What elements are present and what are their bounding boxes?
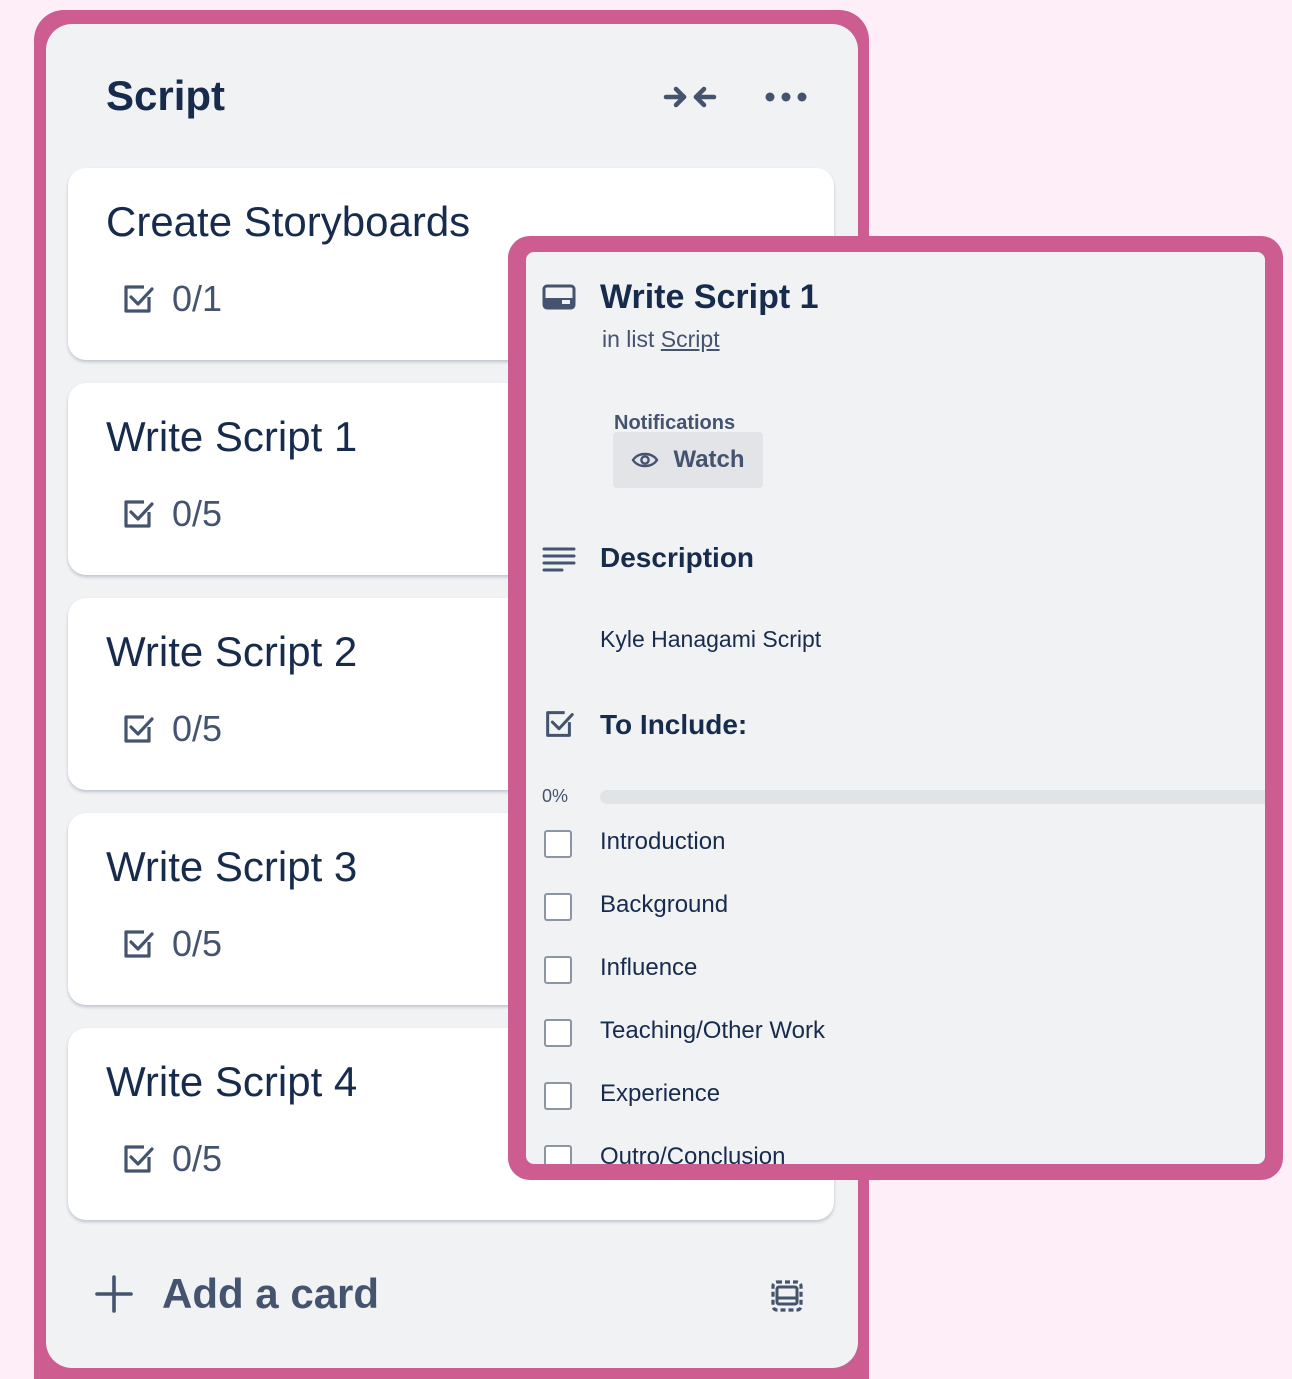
checklist-icon (546, 711, 574, 737)
add-card-label: Add a card (162, 1270, 380, 1317)
checklist-item-label: Outro/Conclusion (600, 1143, 786, 1164)
checklist-checkbox[interactable] (544, 893, 572, 921)
description-heading: Description (600, 542, 755, 573)
card-detail-list-info: in list Script (602, 326, 720, 353)
checklist-item[interactable]: Background (526, 881, 1265, 937)
list-link[interactable]: Script (661, 326, 720, 352)
checklist-badge: 0/1 (120, 278, 222, 320)
checklist-checkbox[interactable] (544, 956, 572, 984)
checklist-checkbox[interactable] (544, 1019, 572, 1047)
checklist-badge: 0/5 (120, 493, 222, 535)
card-detail-modal: Write Script 1 in list Script Notificati… (526, 252, 1265, 1164)
card-title: Write Script 3 (106, 843, 358, 890)
checklist-item[interactable]: Introduction (526, 818, 1265, 874)
checklist-checkbox[interactable] (544, 830, 572, 858)
card-template-icon (771, 1280, 803, 1312)
create-from-template-button[interactable] (760, 1272, 814, 1320)
list-menu-button[interactable] (754, 74, 818, 120)
collapse-arrows-icon (663, 86, 717, 108)
watch-button[interactable]: Watch (613, 432, 763, 488)
plus-icon (95, 1275, 133, 1313)
watch-label: Watch (673, 446, 745, 473)
checklist-badge: 0/5 (120, 708, 222, 750)
checklist-checkbox[interactable] (544, 1082, 572, 1110)
card-detail-title[interactable]: Write Script 1 (600, 278, 819, 317)
more-horizontal-icon (765, 92, 807, 102)
checklist-badge: 0/5 (120, 923, 222, 965)
card-title: Create Storyboards (106, 198, 471, 245)
checklist-progress-bar (600, 790, 1265, 804)
checklist-badge: 0/5 (120, 1138, 222, 1180)
add-card-button[interactable]: Add a card (94, 1270, 379, 1318)
checklist-icon (124, 285, 154, 313)
checklist-icon (124, 930, 154, 958)
checklist-count: 0/5 (172, 708, 223, 749)
checklist-item[interactable]: Experience (526, 1070, 1265, 1126)
description-text[interactable]: Kyle Hanagami Script (600, 626, 821, 653)
checklist-icon (124, 715, 154, 743)
checklist-item[interactable]: Outro/Conclusion (526, 1133, 1265, 1164)
description-icon (542, 547, 576, 572)
card-title: Write Script 4 (106, 1058, 358, 1105)
checklist-item-label: Influence (600, 954, 698, 981)
card-icon (542, 284, 576, 310)
checklist-item[interactable]: Influence (526, 944, 1265, 1000)
checklist-item-label: Experience (600, 1080, 721, 1107)
eye-icon (632, 452, 659, 468)
card-title: Write Script 1 (106, 413, 358, 460)
checklist-checkbox[interactable] (544, 1145, 572, 1164)
checklist-title[interactable]: To Include: (600, 709, 747, 741)
list-title[interactable]: Script (106, 72, 225, 120)
in-list-prefix: in list (602, 326, 655, 352)
checklist-count: 0/1 (172, 278, 223, 319)
checklist-icon (124, 500, 154, 528)
checklist-item-label: Teaching/Other Work (600, 1017, 825, 1044)
checklist-item-label: Background (600, 891, 729, 918)
checklist-count: 0/5 (172, 1138, 223, 1179)
card-detail-frame: Write Script 1 in list Script Notificati… (508, 236, 1283, 1180)
checklist-item-label: Introduction (600, 828, 726, 855)
collapse-list-button[interactable] (658, 74, 722, 120)
checklist-progress-percent: 0% (542, 786, 569, 806)
checklist-count: 0/5 (172, 923, 223, 964)
checklist-item[interactable]: Teaching/Other Work (526, 1007, 1265, 1063)
checklist-icon (124, 1145, 154, 1173)
checklist-count: 0/5 (172, 493, 223, 534)
card-title: Write Script 2 (106, 628, 358, 675)
